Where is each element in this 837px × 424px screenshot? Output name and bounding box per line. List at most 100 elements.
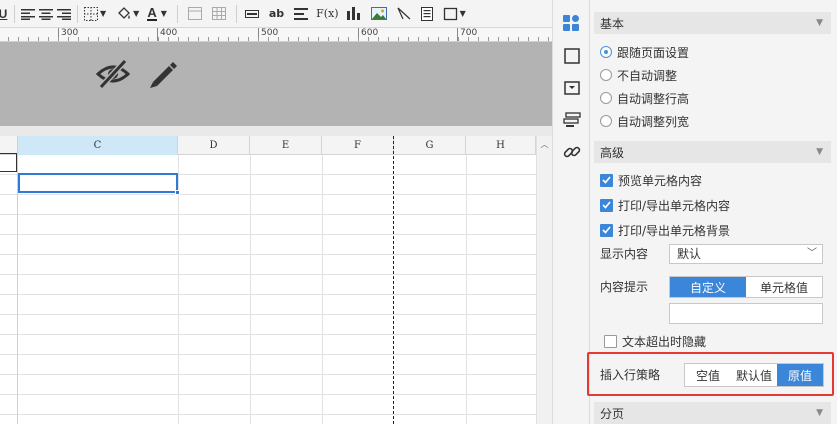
selected-cell[interactable] (18, 173, 178, 193)
ruler-minor-tick (218, 37, 219, 41)
condition-icon[interactable] (562, 78, 582, 98)
radio-auto-col-width[interactable]: 自动调整列宽 (600, 112, 689, 130)
check-preview-content[interactable]: 预览单元格内容 (600, 171, 702, 189)
hyperlink-icon[interactable] (562, 142, 582, 162)
ruler-minor-tick (228, 37, 229, 41)
ruler-minor-tick (178, 37, 179, 41)
ruler-minor-tick (38, 37, 39, 41)
checkbox[interactable] (604, 334, 617, 348)
ruler-minor-tick (508, 37, 509, 41)
underline-icon[interactable]: U (0, 3, 8, 25)
highlight-annotation (587, 352, 834, 396)
check-print-background[interactable]: 打印/导出单元格背景 (600, 221, 730, 239)
spreadsheet-grid[interactable]: C D E F G H (0, 136, 536, 424)
formula-icon[interactable]: F(x) (316, 3, 338, 25)
scroll-up-icon[interactable]: ︿ (537, 138, 552, 150)
ruler: 300 400 500 600 700 (0, 28, 552, 42)
text-field-icon[interactable] (244, 3, 259, 25)
section-paging[interactable]: 分页 ▼ (594, 402, 831, 424)
checkbox-checked[interactable] (600, 198, 613, 212)
checkbox-checked[interactable] (600, 223, 613, 237)
radio-no-adjust[interactable]: 不自动调整 (600, 66, 677, 84)
grid-row-line (0, 334, 536, 335)
ruler-minor-tick (358, 37, 359, 41)
slash-icon[interactable] (397, 3, 411, 25)
ruler-minor-tick (168, 37, 169, 41)
ruler-minor-tick (408, 37, 409, 41)
vertical-scrollbar[interactable]: ︿ (536, 136, 552, 424)
eye-slash-icon[interactable] (95, 58, 131, 93)
ruler-minor-tick (268, 37, 269, 41)
ruler-minor-tick (308, 37, 309, 41)
split-cells-icon[interactable] (211, 3, 226, 25)
radio-button[interactable] (600, 115, 612, 127)
radio-button[interactable] (600, 69, 612, 81)
font-color-glyph: A (147, 4, 157, 21)
ruler-minor-tick (518, 37, 519, 41)
font-color-icon[interactable]: A ▼ (147, 3, 167, 25)
column-header-e[interactable]: E (250, 136, 322, 155)
ruler-minor-tick (298, 37, 299, 41)
page-break-line (393, 136, 394, 424)
ruler-minor-tick (48, 37, 49, 41)
ruler-minor-tick (278, 37, 279, 41)
radio-button[interactable] (600, 92, 612, 104)
ruler-minor-tick (8, 37, 9, 41)
column-header-h[interactable]: H (466, 136, 536, 155)
pencil-icon[interactable] (147, 58, 179, 93)
check-print-content[interactable]: 打印/导出单元格内容 (600, 196, 730, 214)
text-icon[interactable]: ab (269, 3, 284, 25)
radio-button-selected[interactable] (600, 46, 612, 58)
cell-b-row1[interactable] (0, 153, 17, 172)
cell-attributes-icon[interactable] (562, 14, 582, 34)
hint-option-cell-value[interactable]: 单元格值 (746, 277, 822, 297)
widget-icon[interactable] (562, 110, 582, 130)
radio-auto-row-height[interactable]: 自动调整行高 (600, 89, 689, 107)
ruler-minor-tick (398, 37, 399, 41)
grid-col-line (178, 155, 179, 424)
collapse-icon[interactable]: ▼ (816, 408, 823, 418)
check-hide-overflow[interactable]: 文本超出时隐藏 (604, 332, 706, 350)
column-header-g[interactable]: G (394, 136, 466, 155)
ruler-minor-tick (488, 37, 489, 41)
section-advanced[interactable]: 高级 ▼ (594, 141, 831, 163)
checkbox-label: 打印/导出单元格背景 (618, 223, 731, 238)
merge-cells-icon[interactable] (187, 3, 202, 25)
checkbox-checked[interactable] (600, 173, 613, 187)
chart-icon[interactable] (346, 3, 361, 25)
checkbox-label: 打印/导出单元格内容 (618, 198, 731, 213)
border-icon[interactable]: ▼ (84, 3, 106, 25)
ruler-minor-tick (68, 37, 69, 41)
column-header-f[interactable]: F (322, 136, 394, 155)
column-header-c[interactable]: C (18, 136, 178, 155)
hint-option-custom[interactable]: 自定义 (670, 277, 746, 297)
ruler-minor-tick (288, 37, 289, 41)
section-basic[interactable]: 基本 ▼ (594, 12, 831, 34)
fill-handle[interactable] (175, 190, 180, 195)
image-icon[interactable] (370, 3, 387, 25)
display-content-select[interactable]: 默认 ﹀ (669, 244, 823, 264)
align-center-icon[interactable] (39, 3, 53, 25)
ruler-minor-tick (498, 37, 499, 41)
grid-col-line (250, 155, 251, 424)
toolbar: U ▼ ▼ A ▼ ab F(x) ▼ (0, 0, 552, 28)
ruler-minor-tick (138, 37, 139, 41)
collapse-icon[interactable]: ▼ (816, 147, 823, 157)
content-hint-toggle: 自定义 单元格值 (669, 276, 823, 298)
column-header-d[interactable]: D (178, 136, 250, 155)
chevron-down-icon[interactable]: ﹀ (807, 245, 817, 263)
collapse-icon[interactable]: ▼ (816, 18, 823, 28)
ruler-minor-tick (468, 37, 469, 41)
align-left-icon[interactable] (21, 3, 35, 25)
grid-row-line (0, 394, 536, 395)
fill-color-icon[interactable]: ▼ (116, 3, 139, 25)
align-right-icon[interactable] (57, 3, 71, 25)
content-hint-input[interactable] (669, 303, 823, 324)
paragraph-icon[interactable] (294, 3, 309, 25)
cell-style-icon[interactable] (562, 46, 582, 66)
ruler-minor-tick (58, 37, 59, 41)
subreport-icon[interactable] (420, 3, 433, 25)
radio-follow-page[interactable]: 跟随页面设置 (600, 43, 689, 61)
frame-icon[interactable]: ▼ (443, 3, 466, 25)
radio-label: 自动调整列宽 (617, 114, 690, 129)
